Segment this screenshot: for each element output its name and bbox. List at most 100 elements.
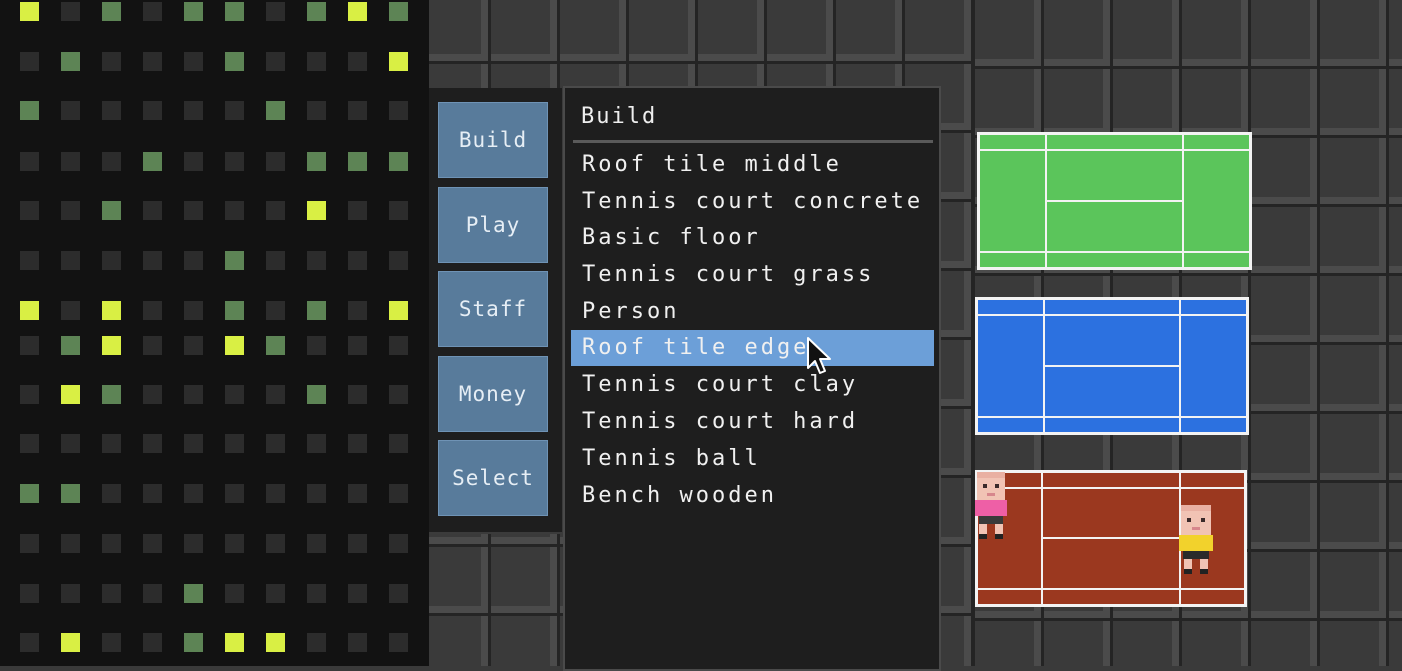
led-cell [266, 201, 285, 220]
build-menu: Build Roof tile middle Tennis court conc… [563, 86, 941, 671]
led-cell [266, 301, 285, 320]
menu-item-roof-tile-middle[interactable]: Roof tile middle [571, 147, 934, 183]
led-cell [61, 301, 80, 320]
led-cell [20, 434, 39, 453]
led-cell [61, 534, 80, 553]
led-cell [102, 2, 121, 21]
menu-item-person[interactable]: Person [571, 294, 934, 330]
led-cell [20, 484, 39, 503]
led-cell [307, 52, 326, 71]
led-cell [61, 584, 80, 603]
menu-item-tennis-court-concrete[interactable]: Tennis court concrete [571, 184, 934, 220]
led-cell [307, 2, 326, 21]
menu-item-tennis-court-grass[interactable]: Tennis court grass [571, 257, 934, 293]
led-cell [266, 584, 285, 603]
led-cell [20, 152, 39, 171]
led-cell [184, 152, 203, 171]
led-cell [348, 201, 367, 220]
led-cell [61, 52, 80, 71]
led-cell [307, 484, 326, 503]
tennis-court-hard[interactable] [975, 297, 1249, 435]
led-cell [389, 251, 408, 270]
led-cell [143, 52, 162, 71]
led-cell [225, 301, 244, 320]
led-cell [102, 385, 121, 404]
menu-item-basic-floor[interactable]: Basic floor [571, 220, 934, 256]
led-cell [20, 101, 39, 120]
led-cell [307, 301, 326, 320]
led-cell [184, 201, 203, 220]
led-cell [225, 385, 244, 404]
led-cell [20, 534, 39, 553]
led-cell [184, 336, 203, 355]
led-cell [184, 2, 203, 21]
menu-divider [573, 140, 933, 143]
led-cell [184, 101, 203, 120]
led-cell [184, 484, 203, 503]
play-button[interactable]: Play [438, 187, 548, 263]
led-cell [307, 584, 326, 603]
led-cell [61, 385, 80, 404]
tennis-court-grass[interactable] [977, 132, 1252, 270]
led-cell [266, 2, 285, 21]
led-cell [389, 434, 408, 453]
led-cell [348, 434, 367, 453]
led-cell [184, 251, 203, 270]
led-cell [184, 301, 203, 320]
menu-item-roof-tile-edge[interactable]: Roof tile edge [571, 330, 934, 366]
side-menu-panel: Build Play Staff Money Select [429, 88, 564, 534]
led-cell [348, 385, 367, 404]
menu-item-tennis-ball[interactable]: Tennis ball [571, 441, 934, 477]
led-cell [307, 201, 326, 220]
build-button[interactable]: Build [438, 102, 548, 178]
mouse-cursor-icon [807, 337, 831, 374]
led-cell [143, 2, 162, 21]
led-cell [184, 584, 203, 603]
led-cell [307, 336, 326, 355]
led-cell [20, 2, 39, 21]
menu-item-bench-wooden[interactable]: Bench wooden [571, 478, 934, 514]
money-button[interactable]: Money [438, 356, 548, 432]
led-cell [389, 152, 408, 171]
led-cell [20, 251, 39, 270]
led-cell [389, 484, 408, 503]
menu-item-tennis-court-clay[interactable]: Tennis court clay [571, 367, 934, 403]
led-cell [102, 201, 121, 220]
led-cell [307, 385, 326, 404]
select-button[interactable]: Select [438, 440, 548, 516]
led-cell [389, 584, 408, 603]
led-cell [225, 2, 244, 21]
led-cell [184, 52, 203, 71]
led-cell [348, 534, 367, 553]
led-cell [102, 101, 121, 120]
led-cell [184, 434, 203, 453]
led-cell [225, 633, 244, 652]
led-cell [307, 251, 326, 270]
led-cell [184, 633, 203, 652]
led-cell [143, 152, 162, 171]
led-cell [20, 52, 39, 71]
led-cell [143, 336, 162, 355]
led-cell [348, 633, 367, 652]
staff-button[interactable]: Staff [438, 271, 548, 347]
led-cell [61, 251, 80, 270]
led-cell [61, 152, 80, 171]
led-cell [266, 152, 285, 171]
led-cell [143, 101, 162, 120]
led-cell [348, 101, 367, 120]
led-cell [143, 251, 162, 270]
player-pink-sprite[interactable] [974, 472, 1008, 540]
led-cell [225, 434, 244, 453]
led-cell [348, 584, 367, 603]
led-cell [266, 633, 285, 652]
led-cell [225, 534, 244, 553]
led-cell [348, 336, 367, 355]
led-cell [143, 434, 162, 453]
led-cell [143, 584, 162, 603]
player-yellow-sprite[interactable] [1179, 505, 1215, 575]
led-cell [389, 385, 408, 404]
led-cell [102, 584, 121, 603]
led-cell [61, 633, 80, 652]
menu-item-tennis-court-hard[interactable]: Tennis court hard [571, 404, 934, 440]
led-cell [143, 301, 162, 320]
